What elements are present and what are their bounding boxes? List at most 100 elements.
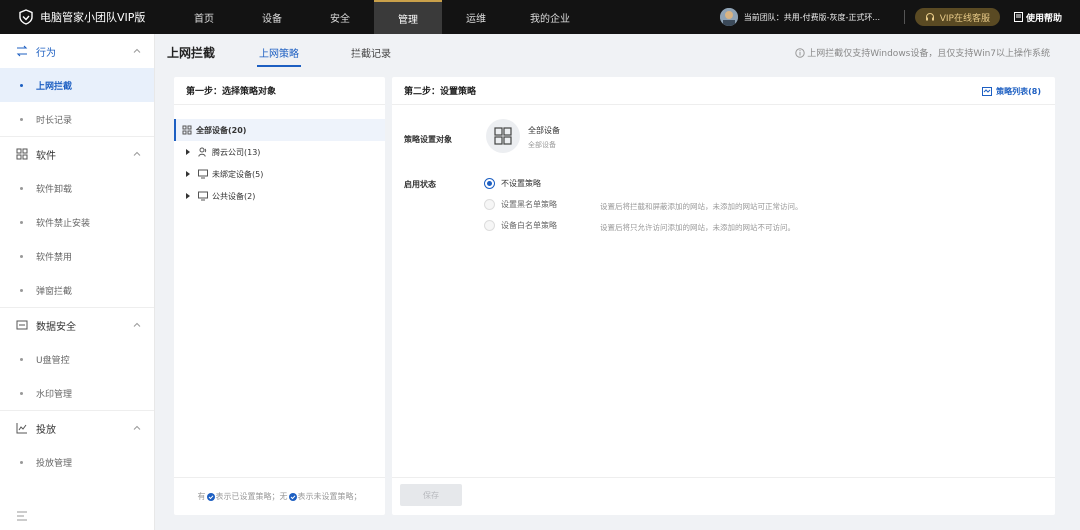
step2-title: 第二步：设置策略: [404, 87, 477, 97]
tree-node-label: 公共设备(2): [212, 191, 256, 201]
tree-node-public-devices[interactable]: 公共设备(2): [174, 185, 385, 207]
sidebar-group-data-security: 数据安全 U盘管控 水印管理: [0, 308, 154, 411]
target-subtitle: 全部设备: [528, 141, 556, 149]
notice-text: 上网拦截仅支持Windows设备，且仅支持Win7以上操作系统: [807, 49, 1050, 59]
vip-support-button[interactable]: VIP在线客服: [914, 8, 1000, 26]
all-devices-icon: [486, 119, 520, 153]
policy-legend: 有 表示已设置策略； 无 表示未设置策略；: [174, 477, 385, 515]
sub-header: 上网拦截 上网策略 拦截记录 上网拦截仅支持Windows设备，且仅支持Win7…: [155, 34, 1080, 70]
user-group-icon: [198, 147, 208, 157]
radio-button[interactable]: [484, 220, 495, 231]
target-label: 策略设置对象: [404, 135, 452, 144]
policy-settings-panel: 第二步：设置策略 策略列表(8) 策略设置对象 全部设备 全部设备 启用状态 不…: [392, 77, 1055, 515]
main-nav: 首页 设备 安全 管理 运维 我的企业: [170, 0, 590, 34]
tree-node-company[interactable]: 腾云公司(13): [174, 141, 385, 163]
save-button[interactable]: 保存: [400, 484, 462, 506]
sidebar-item-label: 上网拦截: [36, 81, 73, 92]
sidebar-item-watermark[interactable]: 水印管理: [0, 376, 154, 410]
headset-icon: [925, 12, 935, 22]
sidebar-item-label: 投放管理: [36, 458, 73, 469]
data-security-icon: [16, 319, 28, 331]
sidebar-item-label: 软件禁止安装: [36, 218, 91, 229]
sidebar-item-web-block[interactable]: 上网拦截: [0, 68, 154, 102]
check-circle-icon: [206, 492, 215, 501]
nav-home[interactable]: 首页: [170, 0, 238, 34]
step2-header: 第二步：设置策略 策略列表(8): [392, 77, 1055, 105]
current-team[interactable]: 当前团队：共用-付费版-灰度-正式环...: [744, 12, 894, 23]
sidebar-item-label: 弹窗拦截: [36, 286, 73, 297]
chevron-up-icon: [132, 46, 142, 56]
sidebar-group-label: 数据安全: [36, 321, 76, 333]
policy-target-panel: 第一步：选择策略对象 全部设备(20) 腾云公司(13) 未绑定设备(5) 公共…: [174, 77, 385, 515]
sidebar-item-deploy-manage[interactable]: 投放管理: [0, 445, 154, 479]
vip-support-label: VIP在线客服: [939, 13, 990, 24]
help-label: 使用帮助: [1025, 13, 1062, 24]
nav-management[interactable]: 管理: [374, 0, 442, 34]
radio-whitelist-policy[interactable]: 设备白名单策略: [484, 220, 557, 231]
tab-block-records[interactable]: 拦截记录: [349, 34, 393, 70]
help-button[interactable]: 使用帮助: [1013, 11, 1062, 24]
tree-node-label: 未绑定设备(5): [212, 169, 264, 179]
nav-devices[interactable]: 设备: [238, 0, 306, 34]
bullet: [20, 186, 23, 190]
legend-none: 无: [279, 492, 288, 501]
avatar[interactable]: [719, 8, 738, 26]
chevron-up-icon: [132, 423, 142, 433]
radio-label: 不设置策略: [501, 179, 541, 188]
bullet: [20, 254, 23, 258]
nav-security[interactable]: 安全: [306, 0, 374, 34]
caret-right-icon[interactable]: [184, 148, 192, 156]
nav-ops[interactable]: 运维: [442, 0, 510, 34]
chevron-up-icon: [132, 320, 142, 330]
radio-button[interactable]: [484, 178, 495, 189]
sidebar-item-software-disable[interactable]: 软件禁用: [0, 239, 154, 273]
collapse-sidebar-icon[interactable]: [16, 510, 28, 522]
target-name: 全部设备: [528, 126, 560, 135]
panel-footer: 保存: [392, 477, 1055, 515]
sidebar-item-label: 水印管理: [36, 389, 73, 400]
sidebar-group-software-header[interactable]: 软件: [0, 137, 154, 171]
brand[interactable]: 电脑管家小团队VIP版: [0, 0, 170, 34]
device-tree: 全部设备(20) 腾云公司(13) 未绑定设备(5) 公共设备(2): [174, 105, 385, 207]
book-icon: [1013, 12, 1023, 22]
sidebar-group-label: 行为: [36, 47, 56, 59]
info-icon: [795, 47, 805, 58]
bullet: [20, 83, 23, 87]
monitor-icon: [198, 169, 208, 179]
sidebar-item-usb-control[interactable]: U盘管控: [0, 342, 154, 376]
nav-my-enterprise[interactable]: 我的企业: [510, 0, 590, 34]
tree-node-unbound-devices[interactable]: 未绑定设备(5): [174, 163, 385, 185]
policy-list-link[interactable]: 策略列表(8): [982, 86, 1041, 97]
status-label: 启用状态: [404, 180, 436, 189]
behavior-icon: [16, 45, 28, 57]
app-title: 电脑管家小团队VIP版: [40, 11, 146, 24]
sidebar-item-popup-block[interactable]: 弹窗拦截: [0, 273, 154, 307]
radio-button[interactable]: [484, 199, 495, 210]
bullet: [20, 357, 23, 361]
sidebar-item-software-uninstall[interactable]: 软件卸载: [0, 171, 154, 205]
caret-right-icon[interactable]: [184, 170, 192, 178]
radio-label: 设备白名单策略: [501, 221, 557, 230]
legend-none-text: 表示未设置策略；: [297, 492, 362, 501]
radio-blacklist-policy[interactable]: 设置黑名单策略: [484, 199, 557, 210]
sidebar: 行为 上网拦截 时长记录 软件 软件卸载 软件禁止安装 软件禁用 弹窗拦截 数据…: [0, 34, 155, 530]
bullet: [20, 288, 23, 292]
sidebar-group-data-security-header[interactable]: 数据安全: [0, 308, 154, 342]
tree-node-label: 全部设备(20): [196, 125, 247, 135]
whitelist-description: 设置后将只允许访问添加的网站，未添加的网站不可访问。: [600, 223, 795, 232]
grid-icon: [16, 148, 28, 160]
legend-has-text: 表示已设置策略；: [215, 492, 280, 501]
radio-no-policy[interactable]: 不设置策略: [484, 178, 541, 189]
grid-icon: [182, 125, 192, 135]
bullet: [20, 391, 23, 395]
caret-right-icon[interactable]: [184, 192, 192, 200]
sidebar-group-behavior-header[interactable]: 行为: [0, 34, 154, 68]
tree-node-all-devices[interactable]: 全部设备(20): [174, 119, 385, 141]
sidebar-item-software-install-ban[interactable]: 软件禁止安装: [0, 205, 154, 239]
sidebar-group-deploy-header[interactable]: 投放: [0, 411, 154, 445]
list-icon: [982, 87, 993, 96]
monitor-icon: [198, 191, 208, 201]
shield-logo-icon: [18, 9, 34, 25]
tab-web-policy[interactable]: 上网策略: [257, 34, 301, 70]
sidebar-item-time-record[interactable]: 时长记录: [0, 102, 154, 136]
